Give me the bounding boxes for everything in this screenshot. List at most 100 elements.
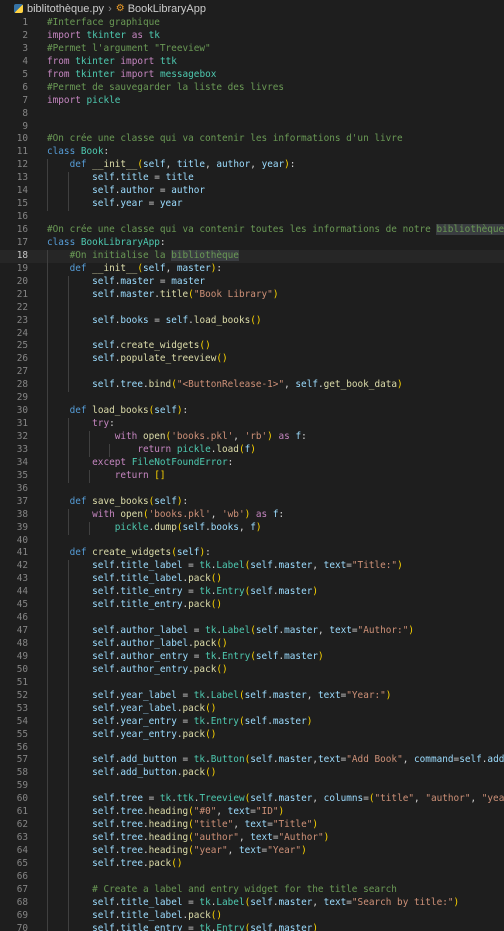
code-line[interactable]: 30 def load_books(self): — [0, 405, 504, 419]
code-line[interactable]: 13 self.title = title — [0, 172, 504, 186]
code-line[interactable]: 49 self.author_entry = tk.Entry(self.mas… — [0, 650, 504, 664]
code-line[interactable]: 36 — [0, 482, 504, 496]
code-line[interactable]: 20 self.master = master — [0, 275, 504, 289]
code-line[interactable]: 31 try: — [0, 418, 504, 431]
code-line[interactable]: 48 self.author_label.pack() — [0, 638, 504, 651]
code-line[interactable]: 19 def __init__(self, master): — [0, 262, 504, 276]
code-line[interactable]: 11 class Book: — [0, 146, 504, 159]
code-line[interactable]: 35 return [] — [0, 469, 504, 483]
code-line[interactable]: 12 def __init__(self, title, author, yea… — [0, 159, 504, 173]
code-token: "<ButtonRelease-1>" — [176, 379, 285, 391]
code-line[interactable]: 37 def save_books(self): — [0, 495, 504, 509]
code-text: self.books = self.load_books() — [47, 315, 261, 328]
code-token: self — [92, 340, 115, 352]
code-line[interactable]: 52 self.year_label = tk.Label(self.maste… — [0, 689, 504, 703]
code-line[interactable]: 5 from tkinter import messagebox — [0, 69, 504, 82]
code-line[interactable]: 33 return pickle.load(f) — [0, 443, 504, 457]
breadcrumb-symbol[interactable]: BookLibraryApp — [128, 3, 206, 15]
code-text: self.tree = tk.ttk.Treeview(self.master,… — [47, 793, 504, 806]
code-line[interactable]: 44 self.title_entry = tk.Entry(self.mast… — [0, 586, 504, 600]
code-text: self.year_label = tk.Label(self.master, … — [47, 690, 391, 703]
code-line[interactable]: 45 self.title_entry.pack() — [0, 599, 504, 613]
code-line[interactable]: 69 self.title_label.pack() — [0, 909, 504, 923]
code-line[interactable]: 21 self.master.title("Book Library") — [0, 288, 504, 302]
code-token: Label — [222, 625, 251, 637]
code-line[interactable]: 24 — [0, 327, 504, 341]
code-token: , — [318, 625, 330, 637]
code-line[interactable]: 10 #On crée une classe qui va contenir le… — [0, 133, 504, 146]
code-line[interactable]: 16 — [0, 211, 504, 224]
code-line[interactable]: 22 — [0, 301, 504, 315]
code-editor[interactable]: biblitothèque.py › ⚙ BookLibraryApp 1 #In… — [0, 0, 504, 931]
code-line[interactable]: 7 import pickle — [0, 95, 504, 108]
code-line[interactable]: 16 #On crée une classe qui va contenir to… — [0, 224, 504, 237]
code-line[interactable]: 15 self.year = year — [0, 198, 504, 212]
code-line[interactable]: 58 self.add_button.pack() — [0, 767, 504, 781]
code-line[interactable]: 4 from tkinter import ttk — [0, 56, 504, 69]
code-token: title — [159, 288, 189, 300]
code-line[interactable]: 70 self.title_entry = tk.Entry(self.mast… — [0, 922, 504, 931]
code-token: create_widgets — [92, 547, 172, 559]
code-line[interactable]: 56 — [0, 741, 504, 755]
code-line[interactable]: 29 — [0, 392, 504, 406]
code-line[interactable]: 9 — [0, 121, 504, 134]
code-line[interactable]: 62 self.tree.heading("title", text="Titl… — [0, 819, 504, 833]
code-line[interactable]: 38 with open('books.pkl', 'wb') as f: — [0, 508, 504, 522]
code-token: pack — [193, 638, 217, 649]
indent-guide — [47, 392, 48, 406]
line-number: 68 — [16, 896, 28, 908]
code-line[interactable]: 59 — [0, 780, 504, 794]
code-line[interactable]: 43 self.title_label.pack() — [0, 573, 504, 587]
code-line[interactable]: 26 self.populate_treeview() — [0, 353, 504, 367]
code-line[interactable]: 27 — [0, 366, 504, 380]
code-line[interactable]: 61 self.tree.heading("#0", text="ID") — [0, 806, 504, 820]
code-line[interactable]: 17 class BookLibraryApp: — [0, 237, 504, 250]
code-line[interactable]: 6 #Permet de sauvegarder la liste des liv… — [0, 82, 504, 95]
code-token: = — [176, 715, 194, 727]
code-token: year_label — [120, 702, 177, 714]
code-line[interactable]: 1 #Interface graphique — [0, 17, 504, 30]
code-token: tk — [199, 586, 211, 598]
code-line[interactable]: 57 self.add_button = tk.Button(self.mast… — [0, 754, 504, 768]
code-line[interactable]: 46 — [0, 612, 504, 626]
code-text: except FileNotFoundError: — [47, 457, 233, 470]
code-line[interactable]: 28 self.tree.bind("<ButtonRelease-1>", s… — [0, 379, 504, 393]
code-line[interactable]: 42 self.title_label = tk.Label(self.mast… — [0, 560, 504, 574]
code-line[interactable]: 50 self.author_entry.pack() — [0, 663, 504, 677]
code-line[interactable]: 3 #Permet l'argument "Treeview" — [0, 43, 504, 56]
code-token: () — [216, 353, 228, 365]
code-line[interactable]: 2 import tkinter as tk — [0, 30, 504, 43]
code-line[interactable]: 68 self.title_label = tk.Label(self.mast… — [0, 896, 504, 910]
breadcrumb-file[interactable]: biblitothèque.py — [27, 3, 104, 15]
code-line[interactable]: 65 self.tree.pack() — [0, 857, 504, 871]
code-line[interactable]: 34 except FileNotFoundError: — [0, 456, 504, 470]
code-line[interactable]: 53 self.year_label.pack() — [0, 702, 504, 716]
code-line[interactable]: 60 self.tree = tk.ttk.Treeview(self.mast… — [0, 793, 504, 807]
code-line[interactable]: 23 self.books = self.load_books() — [0, 314, 504, 328]
code-line[interactable]: 41 def create_widgets(self): — [0, 547, 504, 561]
code-line[interactable]: 67 # Create a label and entry widget for… — [0, 883, 504, 897]
code-line[interactable]: 18 #On initialise la bibliothèque — [0, 249, 504, 263]
code-token: Entry — [210, 715, 239, 727]
line-number: 55 — [16, 728, 28, 740]
code-line[interactable]: 63 self.tree.heading("author", text="Aut… — [0, 832, 504, 845]
code-area[interactable]: 1 #Interface graphique 2 import tkinter as … — [0, 17, 504, 931]
code-line[interactable]: 40 — [0, 534, 504, 548]
code-line[interactable]: 64 self.tree.heading("year", text="Year"… — [0, 845, 504, 858]
code-token: self — [92, 573, 115, 585]
code-line[interactable]: 66 — [0, 870, 504, 884]
code-line[interactable]: 39 pickle.dump(self.books, f) — [0, 521, 504, 535]
code-line[interactable]: 55 self.year_entry.pack() — [0, 728, 504, 742]
code-token: author_entry — [120, 663, 189, 675]
code-line[interactable]: 54 self.year_entry = tk.Entry(self.maste… — [0, 715, 504, 729]
code-line[interactable]: 32 with open('books.pkl', 'rb') as f: — [0, 431, 504, 444]
code-line[interactable]: 51 — [0, 676, 504, 690]
code-line[interactable]: 8 — [0, 108, 504, 121]
code-token: : — [159, 236, 166, 248]
code-text: return pickle.load(f) — [47, 444, 256, 457]
indent-guide — [67, 301, 69, 315]
code-line[interactable]: 47 self.author_label = tk.Label(self.mas… — [0, 625, 504, 638]
code-line[interactable]: 25 self.create_widgets() — [0, 340, 504, 354]
code-line[interactable]: 14 self.author = author — [0, 185, 504, 199]
